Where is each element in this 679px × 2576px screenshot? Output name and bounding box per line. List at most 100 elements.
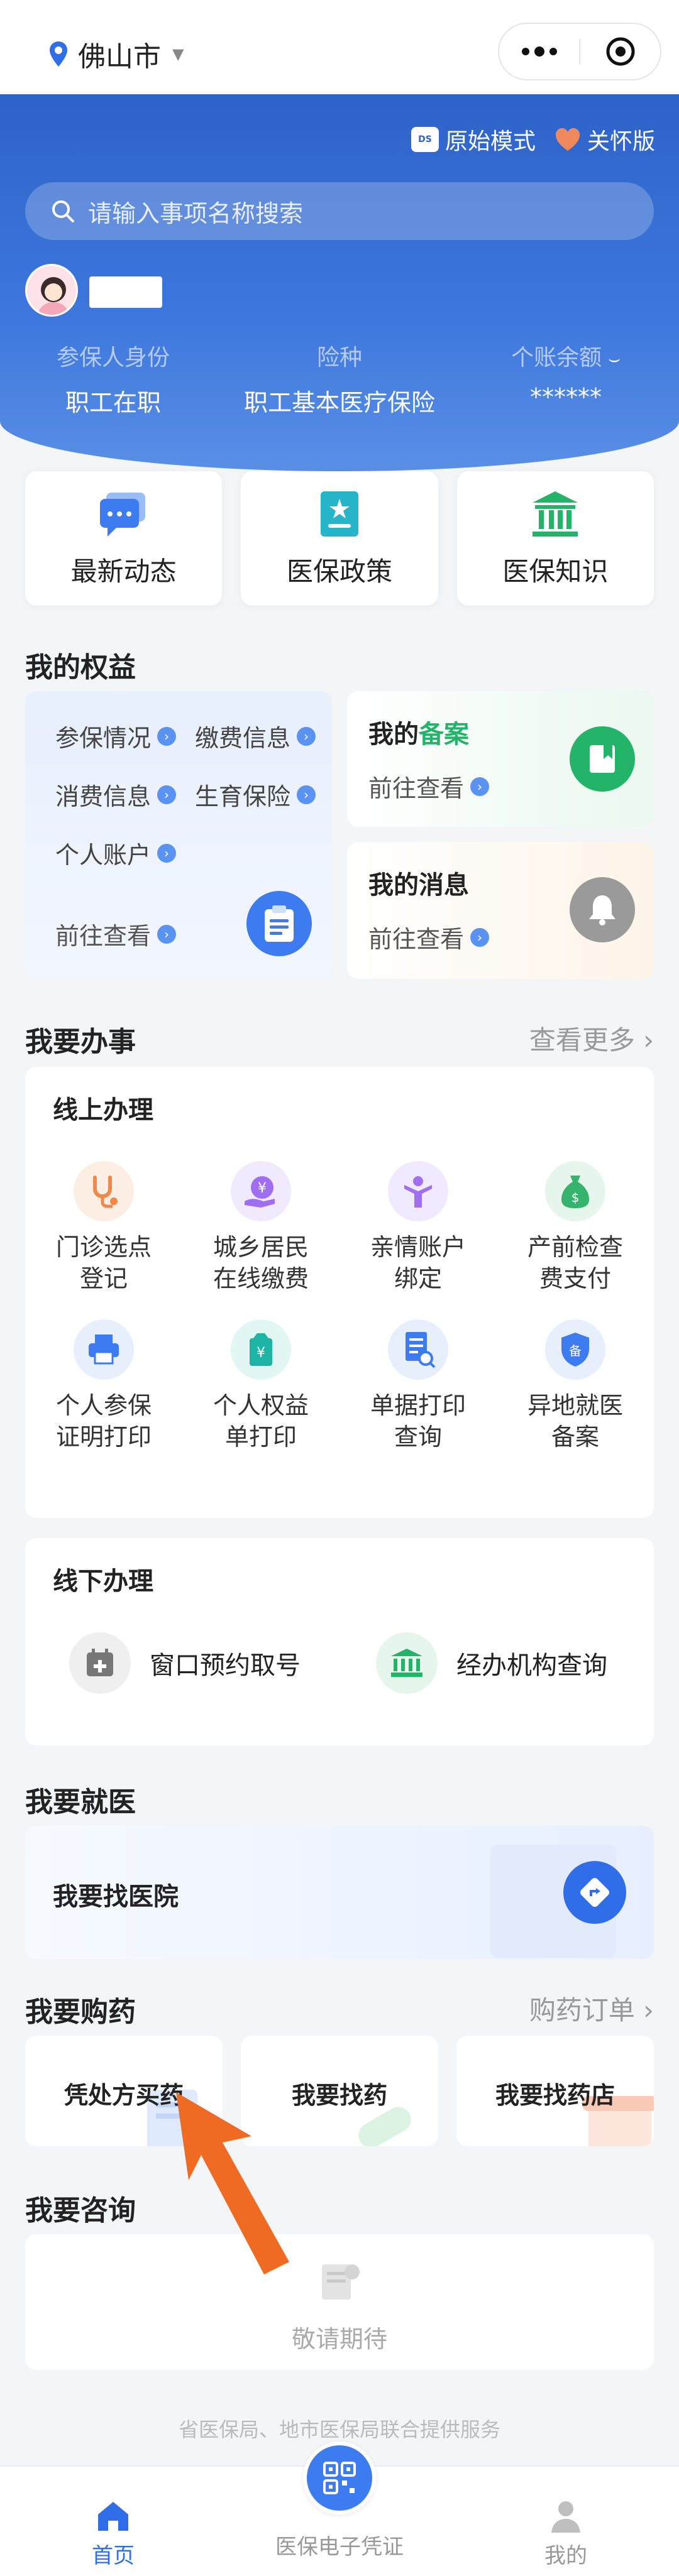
chip-maternity[interactable]: 生育保险 › — [195, 777, 316, 812]
balance-label: 个账余额 — [511, 345, 602, 371]
search-bar[interactable]: 请输入事项名称搜索 — [25, 182, 654, 240]
filing-goto-link[interactable]: 前往查看 › — [368, 769, 490, 804]
institution-query-label: 经办机构查询 — [456, 1651, 607, 1680]
city-name: 佛山市 — [78, 41, 161, 73]
account-header: DS 原始模式 关怀版 请输入事项名称搜索 参保人身份 职工在职 险种 职工基本… — [0, 94, 679, 471]
insurance-type-value: 职工基本医疗保险 — [243, 389, 435, 417]
tab-home[interactable]: 首页 — [31, 2494, 195, 2569]
balance-value: ****** — [530, 383, 602, 411]
find-hospital-card[interactable]: 我要找医院 — [25, 1826, 654, 1959]
offline-services-panel: 线下办理 窗口预约取号 经办机构查询 — [25, 1538, 654, 1745]
affairs-more-link[interactable]: 查看更多 › — [529, 1019, 654, 1057]
tab-voucher-label: 医保电子凭证 — [275, 2535, 404, 2560]
messages-goto-link[interactable]: 前往查看 › — [368, 920, 490, 954]
service-label: 个人参保 证明打印 — [55, 1392, 152, 1451]
service-label: 单据打印 查询 — [370, 1392, 466, 1451]
service-family-account[interactable]: 亲情账户 绑定 — [340, 1161, 497, 1294]
tab-home-label: 首页 — [92, 2543, 135, 2568]
navigation-direction-icon — [563, 1861, 626, 1924]
shield-filing-icon: 备 — [545, 1319, 605, 1380]
offline-services-list: 窗口预约取号 经办机构查询 — [69, 1632, 607, 1694]
qr-code-icon[interactable] — [303, 2442, 376, 2514]
quick-links: 最新动态 医保政策 医保知识 — [25, 471, 654, 606]
find-pharmacy-label: 我要找药店 — [495, 2082, 615, 2109]
consult-document-icon — [322, 2264, 360, 2300]
family-icon — [388, 1161, 448, 1221]
latest-news-card[interactable]: 最新动态 — [25, 471, 223, 606]
chip-account[interactable]: 个人账户 › — [55, 836, 177, 870]
chip-consumption[interactable]: 消费信息 › — [55, 777, 177, 812]
bottom-tab-bar: 首页 医保电子凭证 我的 — [0, 2442, 679, 2576]
window-appointment-button[interactable]: 窗口预约取号 — [69, 1632, 301, 1694]
service-label: 城乡居民 在线缴费 — [213, 1233, 309, 1292]
rights-card[interactable]: 参保情况 › 缴费信息 › 消费信息 › 生育保险 › 个人账户 › 前往查看 › — [25, 691, 332, 979]
heart-icon — [555, 128, 580, 151]
buy-medicine-title: 我要购药 — [25, 1996, 136, 2028]
knowledge-label: 医保知识 — [502, 555, 609, 587]
more-dots-icon[interactable] — [499, 46, 579, 57]
ds-badge-icon: DS — [411, 127, 439, 152]
chevron-right-icon: › — [157, 843, 177, 863]
eye-closed-icon[interactable]: ⌣ — [608, 348, 621, 370]
care-mode-button[interactable]: 关怀版 — [555, 123, 655, 156]
policy-card[interactable]: 医保政策 — [241, 471, 438, 606]
institution-query-button[interactable]: 经办机构查询 — [376, 1632, 607, 1694]
my-filing-title: 我的备案 — [368, 714, 469, 750]
medicine-orders-link[interactable]: 购药订单 › — [529, 1989, 654, 2028]
chip-payment[interactable]: 缴费信息 › — [195, 719, 316, 753]
orange-annotation-arrow — [176, 2092, 289, 2274]
home-icon — [98, 2502, 128, 2531]
affairs-more-label: 查看更多 — [529, 1025, 635, 1056]
bell-icon — [570, 877, 635, 942]
service-provider-note: 省医保局、地市医保局联合提供服务 — [178, 2418, 500, 2442]
printer-icon — [74, 1319, 134, 1380]
identity-label: 参保人身份 — [56, 345, 170, 371]
rights-chip-grid: 参保情况 › 缴费信息 › 消费信息 › 生育保险 › 个人账户 › — [55, 719, 316, 894]
chevron-right-icon: › — [470, 927, 490, 947]
care-mode-label: 关怀版 — [587, 129, 655, 155]
chevron-right-icon: › — [297, 726, 316, 746]
messages-goto-label: 前往查看 — [368, 925, 465, 953]
knowledge-card[interactable]: 医保知识 — [456, 471, 654, 606]
my-messages-title: 我的消息 — [368, 871, 469, 900]
original-mode-label: 原始模式 — [444, 129, 536, 155]
svg-text:备: 备 — [569, 1343, 582, 1358]
document-search-icon — [388, 1319, 448, 1380]
service-enrollment-proof-print[interactable]: 个人参保 证明打印 — [25, 1319, 182, 1453]
identity-value: 职工在职 — [65, 389, 161, 417]
my-filing-prefix: 我的 — [368, 720, 419, 749]
rights-goto-link[interactable]: 前往查看 › — [55, 917, 177, 951]
filing-goto-label: 前往查看 — [368, 775, 465, 802]
bank-building-icon — [533, 491, 578, 537]
my-filing-card[interactable]: 我的备案 前往查看 › — [347, 691, 654, 827]
service-prenatal-payment[interactable]: $ 产前检查 费支付 — [497, 1161, 654, 1294]
chevron-right-icon: › — [157, 924, 177, 944]
balance-info: 个账余额 ⌣ ****** — [453, 339, 679, 418]
chip-maternity-label: 生育保险 — [195, 783, 291, 810]
tab-voucher[interactable]: 医保电子凭证 — [258, 2530, 421, 2560]
chevron-right-icon: › — [470, 777, 490, 796]
city-selector[interactable]: 佛山市 ▼ — [48, 34, 184, 74]
service-remote-medical-filing[interactable]: 备 异地就医 备案 — [497, 1319, 654, 1453]
service-bill-print-query[interactable]: 单据打印 查询 — [340, 1319, 497, 1453]
username-masked — [89, 276, 162, 308]
identity-info: 参保人身份 职工在职 — [0, 339, 226, 418]
coming-soon-label: 敬请期待 — [291, 2325, 387, 2353]
service-rights-print[interactable]: ¥ 个人权益 单打印 — [182, 1319, 340, 1453]
find-pharmacy-card[interactable]: 我要找药店 — [456, 2036, 654, 2146]
top-bar: 佛山市 ▼ — [0, 0, 679, 94]
my-messages-card[interactable]: 我的消息 前往查看 › — [347, 842, 654, 979]
rights-goto-label: 前往查看 — [55, 922, 152, 950]
miniprogram-capsule — [498, 23, 661, 80]
service-resident-payment[interactable]: ¥ 城乡居民 在线缴费 — [182, 1161, 340, 1294]
chip-enrollment[interactable]: 参保情况 › — [55, 719, 177, 753]
close-target-icon[interactable] — [580, 35, 660, 68]
tab-mine[interactable]: 我的 — [484, 2494, 648, 2569]
original-mode-button[interactable]: DS 原始模式 — [411, 123, 536, 156]
chip-enrollment-label: 参保情况 — [55, 724, 152, 752]
location-pin-icon — [50, 41, 67, 67]
avatar[interactable] — [25, 264, 78, 317]
chevron-right-icon: › — [157, 726, 177, 746]
service-outpatient-registration[interactable]: 门诊选点 登记 — [25, 1161, 182, 1294]
search-icon — [52, 200, 74, 222]
